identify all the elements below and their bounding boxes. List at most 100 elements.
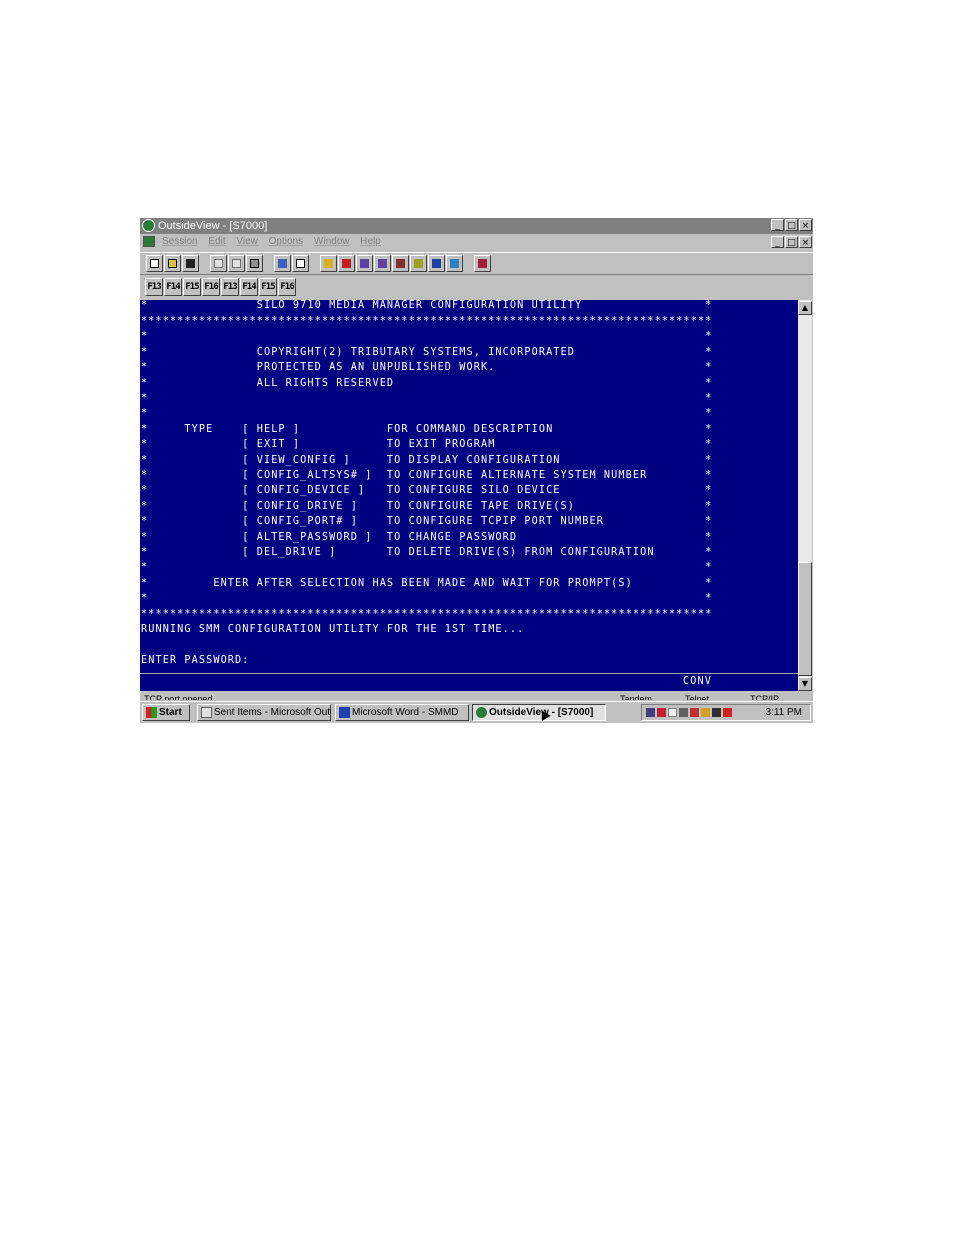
task-word-smmd[interactable]: Microsoft Word - SMMD bbox=[335, 704, 469, 721]
fkey-f13[interactable]: F13 bbox=[145, 278, 163, 296]
menu-edit[interactable]: Edit bbox=[208, 236, 225, 247]
terminal-line: * * bbox=[141, 393, 713, 404]
child-close-button[interactable]: × bbox=[799, 236, 812, 248]
minimize-button[interactable]: _ bbox=[771, 219, 784, 231]
new-icon bbox=[150, 259, 159, 268]
fkey-f14[interactable]: F14 bbox=[164, 278, 182, 296]
fkey-shift-f15[interactable]: F15 bbox=[259, 278, 277, 296]
scrollbar-thumb[interactable] bbox=[798, 562, 812, 676]
receive-icon bbox=[378, 259, 387, 268]
search-icon[interactable] bbox=[690, 708, 699, 717]
fkey-shift-f16[interactable]: F16 bbox=[278, 278, 296, 296]
fkey-shift-f13[interactable]: F13 bbox=[221, 278, 239, 296]
outlook-icon bbox=[201, 707, 212, 718]
terminal-line: * [ CONFIG_DRIVE ] TO CONFIGURE TAPE DRI… bbox=[141, 501, 713, 512]
disconnect-button[interactable] bbox=[338, 255, 355, 272]
save-button[interactable] bbox=[182, 255, 199, 272]
fkey-shift-f14[interactable]: F14 bbox=[240, 278, 258, 296]
terminal-line: ****************************************… bbox=[141, 316, 713, 327]
status-message: TCP port opened bbox=[144, 694, 213, 700]
start-button[interactable]: Start bbox=[142, 704, 190, 721]
task-label: Microsoft Word - SMMD bbox=[352, 707, 459, 718]
help-button[interactable] bbox=[474, 255, 491, 272]
terminal-line: * * bbox=[141, 408, 713, 419]
status-transport: TCP/IP bbox=[750, 694, 780, 700]
terminal-line: * * bbox=[141, 562, 713, 573]
word-icon bbox=[339, 707, 350, 718]
menu-bar: Session Edit View Options Window Help _ □… bbox=[140, 234, 813, 250]
connect-icon bbox=[324, 259, 333, 268]
menu-help[interactable]: Help bbox=[360, 236, 381, 247]
terminal-line: * [ CONFIG_DEVICE ] TO CONFIGURE SILO DE… bbox=[141, 485, 713, 496]
terminal-line: * SILO 9710 MEDIA MANAGER CONFIGURATION … bbox=[141, 300, 713, 311]
outsideview-window: OutsideView - [S7000] _ □ × Session Edit V… bbox=[140, 218, 813, 723]
close-button[interactable]: × bbox=[799, 219, 812, 231]
function-key-bar: F13 F14 F15 F16 F13 F14 F15 F16 bbox=[140, 278, 813, 298]
fkey-f16[interactable]: F16 bbox=[202, 278, 220, 296]
capture-icon bbox=[432, 259, 441, 268]
help-icon bbox=[478, 259, 487, 268]
windows-taskbar: Start Sent Items - Microsoft Out... Micr… bbox=[140, 701, 813, 723]
macro-button[interactable] bbox=[446, 255, 463, 272]
system-tray: 3:11 PM bbox=[641, 704, 811, 721]
taskbar-clock: 3:11 PM bbox=[765, 707, 803, 718]
terminal-line: * [ CONFIG_ALTSYS# ] TO CONFIGURE ALTERN… bbox=[141, 470, 713, 481]
print-button[interactable] bbox=[246, 255, 263, 272]
settings-tray-icon[interactable] bbox=[712, 708, 721, 717]
terminal-line: RUNNING SMM CONFIGURATION UTILITY FOR TH… bbox=[141, 624, 525, 635]
vertical-scrollbar[interactable]: ▲ ▼ bbox=[798, 300, 812, 691]
terminal-line: * PROTECTED AS AN UNPUBLISHED WORK. * bbox=[141, 362, 713, 373]
status-bar: TCP port opened Tandem Telnet TCP/IP bbox=[140, 692, 813, 700]
menu-session[interactable]: Session bbox=[162, 236, 198, 247]
child-minimize-button[interactable]: _ bbox=[771, 236, 784, 248]
tools-button[interactable] bbox=[410, 255, 427, 272]
receive-button[interactable] bbox=[374, 255, 391, 272]
connect-button[interactable] bbox=[320, 255, 337, 272]
print-icon bbox=[250, 259, 259, 268]
session-doc-icon[interactable] bbox=[143, 236, 155, 247]
properties-button[interactable] bbox=[274, 255, 291, 272]
paste-button[interactable] bbox=[228, 255, 245, 272]
terminal-line: * [ EXIT ] TO EXIT PROGRAM * bbox=[141, 439, 713, 450]
terminal-screen[interactable]: * SILO 9710 MEDIA MANAGER CONFIGURATION … bbox=[140, 300, 798, 673]
terminal-line: * [ VIEW_CONFIG ] TO DISPLAY CONFIGURATI… bbox=[141, 455, 713, 466]
new-button[interactable] bbox=[146, 255, 163, 272]
scroll-down-arrow-icon[interactable]: ▼ bbox=[798, 677, 812, 691]
user-icon[interactable] bbox=[701, 708, 710, 717]
transfer-icon bbox=[396, 259, 405, 268]
paste-icon bbox=[232, 259, 241, 268]
antivirus-icon[interactable] bbox=[657, 708, 666, 717]
connection-status: CONV bbox=[683, 676, 712, 687]
terminal-line: * * bbox=[141, 593, 713, 604]
settings-button[interactable] bbox=[292, 255, 309, 272]
copy-button[interactable] bbox=[210, 255, 227, 272]
open-button[interactable] bbox=[164, 255, 181, 272]
save-icon bbox=[186, 259, 195, 268]
transfer-button[interactable] bbox=[392, 255, 409, 272]
settings-icon bbox=[296, 259, 305, 268]
maximize-button[interactable]: □ bbox=[785, 219, 798, 231]
title-bar[interactable]: OutsideView - [S7000] _ □ × bbox=[140, 218, 813, 234]
outsideview-icon bbox=[476, 707, 487, 718]
capture-button[interactable] bbox=[428, 255, 445, 272]
windows-logo-icon bbox=[146, 707, 157, 718]
fkey-f15[interactable]: F15 bbox=[183, 278, 201, 296]
send-icon bbox=[360, 259, 369, 268]
outsideview-app-icon[interactable] bbox=[142, 219, 155, 232]
volume-icon[interactable] bbox=[679, 708, 688, 717]
child-maximize-button[interactable]: □ bbox=[785, 236, 798, 248]
menu-options[interactable]: Options bbox=[269, 236, 303, 247]
mouse-icon[interactable] bbox=[668, 708, 677, 717]
scroll-up-arrow-icon[interactable]: ▲ bbox=[798, 301, 812, 315]
terminal-line: * [ ALTER_PASSWORD ] TO CHANGE PASSWORD … bbox=[141, 532, 713, 543]
network-icon[interactable] bbox=[646, 708, 655, 717]
operator-info-area: CONV bbox=[140, 673, 798, 691]
terminal-line: * ENTER AFTER SELECTION HAS BEEN MADE AN… bbox=[141, 578, 713, 589]
window-title: OutsideView - [S7000] bbox=[158, 220, 268, 232]
menu-view[interactable]: View bbox=[236, 236, 258, 247]
app-tray-icon[interactable] bbox=[723, 708, 732, 717]
send-button[interactable] bbox=[356, 255, 373, 272]
menu-window[interactable]: Window bbox=[314, 236, 350, 247]
task-outlook-sent-items[interactable]: Sent Items - Microsoft Out... bbox=[197, 704, 331, 721]
password-prompt[interactable]: ENTER PASSWORD: bbox=[141, 653, 250, 668]
